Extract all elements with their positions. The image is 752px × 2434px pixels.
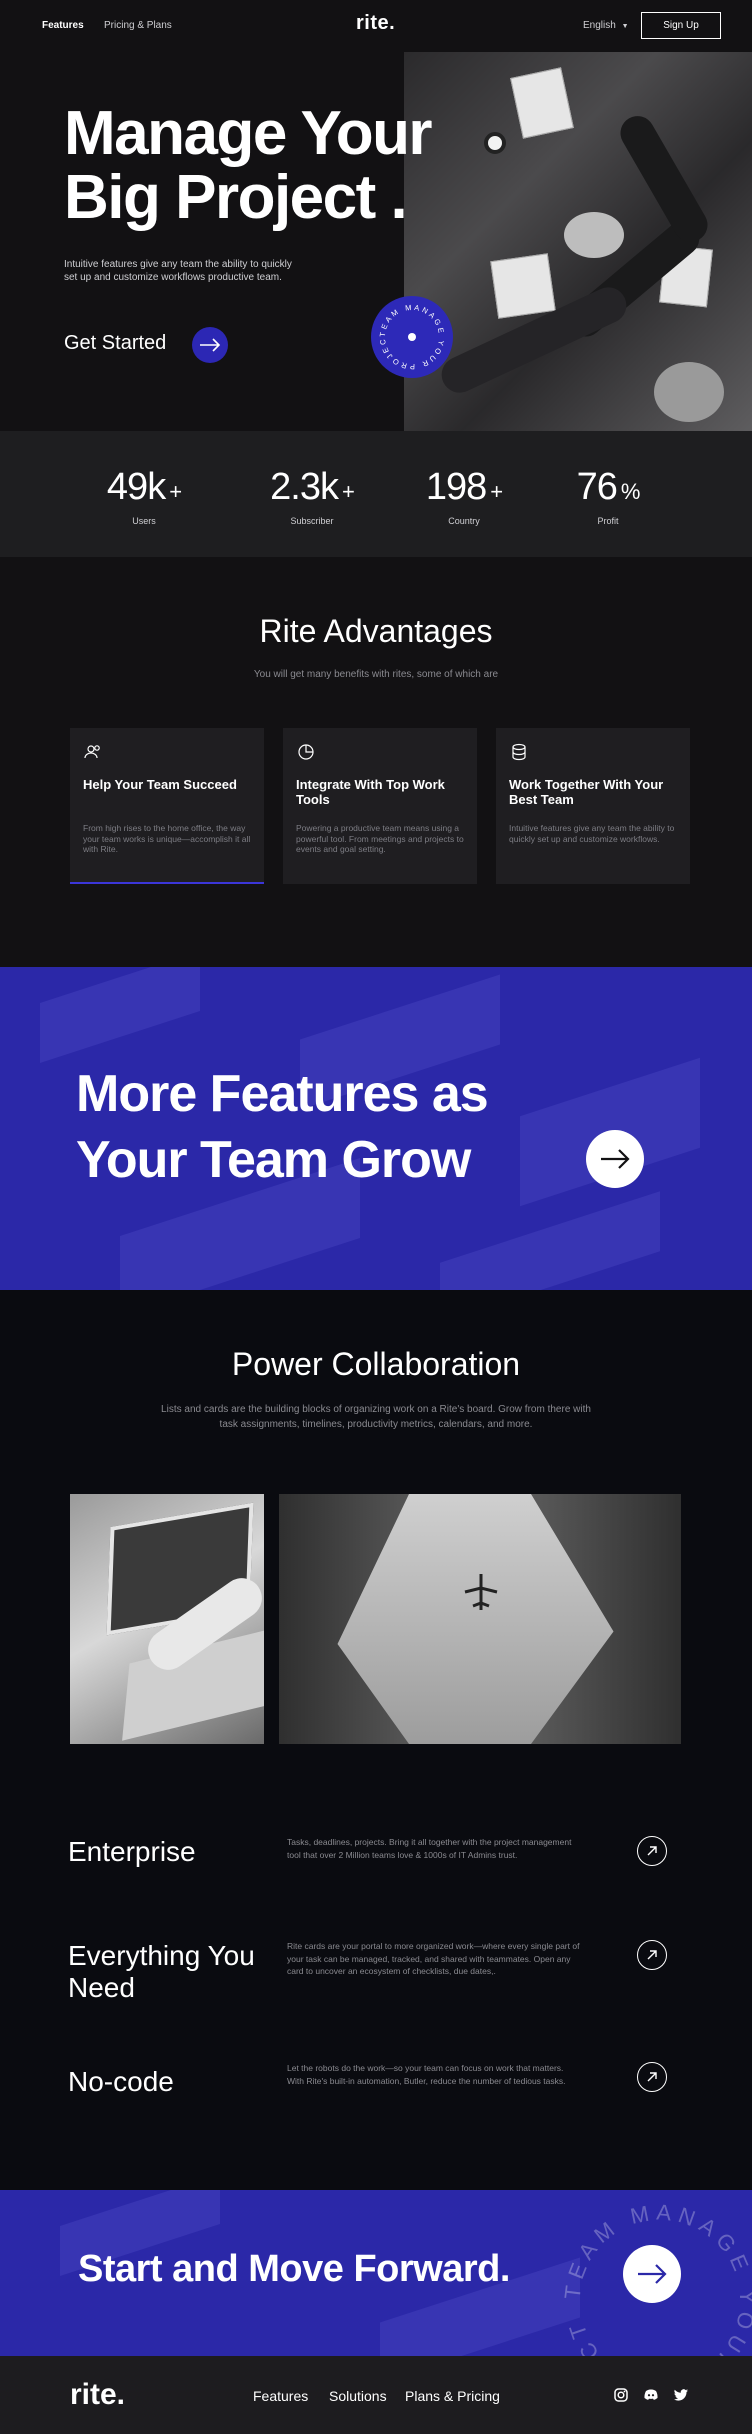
collaboration-section: Power Collaboration Lists and cards are … — [0, 1290, 752, 2190]
pie-chart-icon — [298, 744, 314, 760]
arrow-right-icon — [601, 1149, 630, 1169]
features-arrow-button[interactable] — [586, 1130, 644, 1188]
instagram-icon[interactable] — [613, 2387, 629, 2403]
get-started-button[interactable] — [192, 327, 228, 363]
card-active-bar — [70, 882, 264, 884]
language-selector[interactable]: English ▼ — [583, 20, 629, 31]
row-text: Rite cards are your portal to more organ… — [287, 1941, 580, 1976]
collab-subtitle: Lists and cards are the building blocks … — [161, 1404, 591, 1430]
features-banner: More Features as Your Team Grow — [0, 967, 752, 1290]
users-icon — [84, 745, 100, 759]
row-arrow-button[interactable] — [637, 1940, 667, 1970]
card-text: From high rises to the home office, the … — [83, 823, 251, 854]
features-banner-title: More Features as Your Team Grow — [76, 1061, 489, 1193]
language-label: English — [583, 20, 616, 31]
hero-subtitle: Intuitive features give any team the abi… — [64, 259, 292, 283]
arrow-up-right-icon — [647, 1950, 657, 1960]
row-arrow-button[interactable] — [637, 1836, 667, 1866]
row-arrow-button[interactable] — [637, 2062, 667, 2092]
nav-link-features[interactable]: Features — [42, 20, 84, 31]
nav-link-pricing[interactable]: Pricing & Plans — [104, 20, 172, 31]
advantages-section: Rite Advantages You will get many benefi… — [0, 557, 752, 967]
arrow-up-right-icon — [647, 2072, 657, 2082]
card-text: Intuitive features give any team the abi… — [509, 823, 675, 844]
start-banner: TEAM MANAGE YOUR PROJECT Start and Move … — [0, 2190, 752, 2356]
hero-team-photo — [404, 52, 752, 431]
advantage-card[interactable]: Integrate With Top Work Tools Powering a… — [283, 728, 477, 884]
arrow-right-icon — [200, 338, 221, 352]
laptop-photo — [70, 1494, 264, 1744]
airplane-icon — [464, 1574, 498, 1610]
page: Features Pricing & Plans rite. English ▼… — [0, 0, 752, 2434]
stat-suffix: + — [341, 479, 355, 504]
arrow-right-icon — [638, 2264, 667, 2284]
card-title: Integrate With Top Work Tools — [296, 777, 445, 807]
arrow-up-right-icon — [647, 1846, 657, 1856]
footer: rite. Features Solutions Plans & Pricing — [0, 2356, 752, 2434]
start-banner-title: Start and Move Forward. — [78, 2248, 510, 2290]
row-text: Tasks, deadlines, projects. Bring it all… — [287, 1837, 572, 1860]
hero-title-line2: Big Project . — [64, 163, 408, 232]
hero-title: Manage Your Big Project . — [64, 99, 433, 232]
stat-label: Subscriber — [290, 516, 334, 526]
top-nav: Features Pricing & Plans rite. English ▼… — [0, 0, 752, 52]
stats-section: 49k + Users 2.3k + Subscriber 198 + Country… — [0, 431, 752, 557]
bg-shape — [440, 1191, 660, 1290]
card-text: Powering a productive team means using a… — [296, 823, 464, 854]
bg-shape — [40, 967, 200, 1063]
row-title: No-code — [68, 2066, 174, 2097]
hero-title-line1: Manage Your — [64, 99, 433, 168]
advantage-card[interactable]: Help Your Team Succeed From high rises t… — [70, 728, 264, 884]
stat-value: 49k — [106, 466, 166, 508]
advantages-title: Rite Advantages — [259, 613, 493, 649]
advantage-card[interactable]: Work Together With Your Best Team Intuit… — [496, 728, 690, 884]
advantages-subtitle: You will get many benefits with rites, s… — [253, 669, 499, 680]
start-arrow-button[interactable] — [623, 2245, 681, 2303]
twitter-icon[interactable] — [673, 2387, 689, 2403]
database-icon — [512, 743, 526, 761]
collab-title: Power Collaboration — [231, 1346, 521, 1382]
chevron-down-icon: ▼ — [621, 23, 629, 30]
row-text: Let the robots do the work—so your team … — [287, 2063, 566, 2086]
discord-icon[interactable] — [643, 2387, 659, 2403]
stat-label: Profit — [597, 516, 619, 526]
stat-suffix: + — [169, 479, 182, 504]
footer-link-solutions[interactable]: Solutions — [329, 2388, 387, 2404]
stat-users: 49k + Users — [94, 467, 194, 526]
skyscraper-photo — [279, 1494, 681, 1744]
badge-dot — [408, 333, 416, 341]
features-line2: Your Team Grow — [76, 1131, 471, 1189]
team-badge: TEAM MANAGE YOUR PROJECT — [367, 289, 453, 378]
stat-value: 76 — [576, 466, 618, 508]
signup-button[interactable]: Sign Up — [641, 12, 721, 39]
get-started-link[interactable]: Get Started — [64, 332, 166, 355]
stat-suffix: % — [620, 479, 641, 504]
stat-subscriber: 2.3k + Subscriber — [257, 467, 367, 526]
stat-label: Users — [132, 516, 156, 526]
stat-value: 2.3k — [270, 466, 339, 508]
card-title: Work Together With Your Best Team — [509, 777, 664, 807]
card-title: Help Your Team Succeed — [83, 777, 237, 792]
stat-suffix: + — [490, 479, 503, 504]
stat-label: Country — [448, 516, 480, 526]
row-title: Enterprise — [68, 1836, 196, 1867]
stat-value: 198 — [425, 466, 487, 508]
features-line1: More Features as — [76, 1065, 489, 1123]
footer-link-pricing[interactable]: Plans & Pricing — [405, 2388, 500, 2404]
brand-logo[interactable]: rite. — [356, 12, 395, 35]
stat-country: 198 + Country — [414, 467, 514, 526]
footer-logo[interactable]: rite. — [70, 2378, 125, 2412]
row-title: Everything You Need — [68, 1940, 255, 2003]
footer-link-features[interactable]: Features — [253, 2388, 308, 2404]
stat-profit: 76% Profit — [558, 467, 658, 526]
